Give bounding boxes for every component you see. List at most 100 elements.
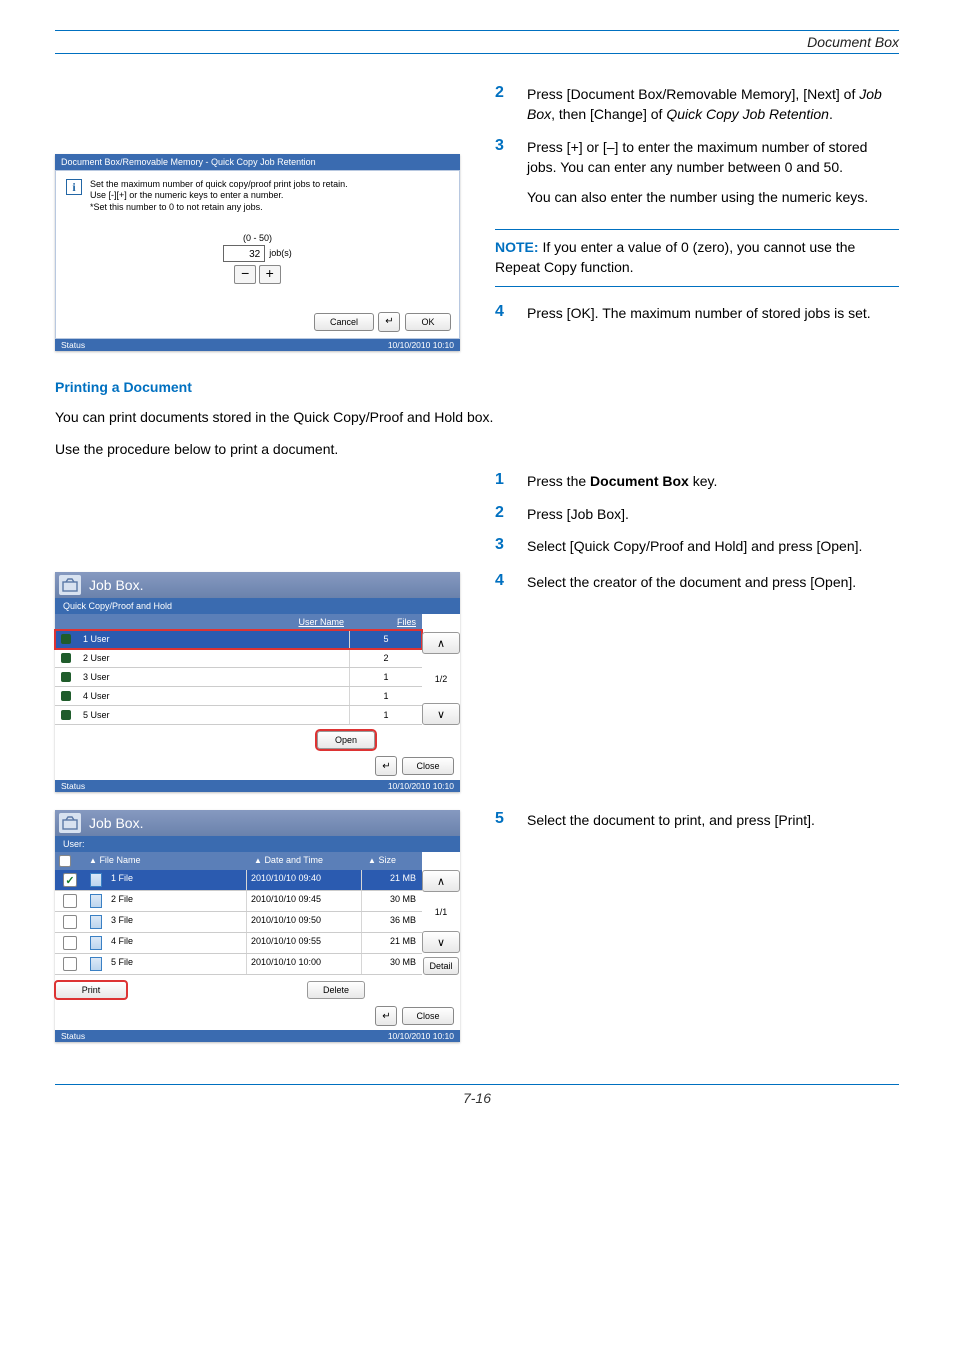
scroll-up-button[interactable]: ∧ bbox=[422, 870, 460, 892]
step-text: Press the Document Box key. bbox=[527, 471, 899, 491]
delete-button[interactable]: Delete bbox=[307, 981, 365, 999]
user-filecount: 2 bbox=[349, 649, 422, 667]
jobs-value[interactable]: 32 bbox=[223, 245, 265, 262]
cancel-button[interactable]: Cancel bbox=[314, 313, 374, 331]
col-size[interactable]: ▲ Size bbox=[364, 852, 422, 870]
note-block: NOTE: If you enter a value of 0 (zero), … bbox=[495, 229, 899, 286]
jobs-unit: job(s) bbox=[269, 248, 292, 258]
user-icon bbox=[61, 672, 71, 682]
user-icon bbox=[61, 691, 71, 701]
ok-button[interactable]: OK bbox=[405, 313, 451, 331]
step-number: 3 bbox=[495, 536, 509, 556]
close-button[interactable]: Close bbox=[402, 757, 454, 775]
user-row[interactable]: 5 User1 bbox=[55, 706, 422, 725]
section-heading: Printing a Document bbox=[55, 379, 899, 395]
file-date: 2010/10/10 09:55 bbox=[246, 933, 361, 953]
status-timestamp: 10/10/2010 10:10 bbox=[388, 1031, 454, 1041]
note-label: NOTE: bbox=[495, 239, 539, 255]
enter-icon[interactable]: ↵ bbox=[375, 756, 397, 776]
step-text: Select the creator of the document and p… bbox=[527, 572, 899, 592]
user-row[interactable]: 4 User1 bbox=[55, 687, 422, 706]
user-filecount: 1 bbox=[349, 668, 422, 686]
panel-message: Set the maximum number of quick copy/pro… bbox=[90, 179, 348, 213]
file-row[interactable]: 4 File2010/10/10 09:5521 MB bbox=[55, 933, 422, 954]
pager: 1/1 bbox=[422, 892, 460, 931]
panel-title: Job Box. bbox=[89, 815, 143, 831]
user-label: User: bbox=[55, 836, 460, 852]
file-size: 36 MB bbox=[361, 912, 422, 932]
file-size: 21 MB bbox=[361, 933, 422, 953]
step-text: Select the document to print, and press … bbox=[527, 810, 899, 830]
document-icon bbox=[90, 957, 102, 971]
decrement-button[interactable]: − bbox=[234, 265, 256, 284]
user-row[interactable]: 1 User5 bbox=[55, 630, 422, 649]
panel-retention: Document Box/Removable Memory - Quick Co… bbox=[55, 154, 460, 351]
document-icon bbox=[90, 915, 102, 929]
scroll-down-button[interactable]: ∨ bbox=[422, 703, 460, 725]
pager: 1/2 bbox=[422, 654, 460, 703]
user-name: 2 User bbox=[77, 649, 349, 667]
scroll-down-button[interactable]: ∨ bbox=[422, 931, 460, 953]
checkbox[interactable] bbox=[63, 915, 77, 929]
checkbox[interactable] bbox=[63, 894, 77, 908]
file-name: 5 File bbox=[107, 954, 246, 974]
file-row[interactable]: ✓1 File2010/10/10 09:4021 MB bbox=[55, 870, 422, 891]
status-label[interactable]: Status bbox=[61, 781, 85, 791]
col-date[interactable]: ▲ Date and Time bbox=[250, 852, 364, 870]
panel-title: Job Box. bbox=[89, 577, 143, 593]
step-text: Press [Job Box]. bbox=[527, 504, 899, 524]
panel-jobbox-files: Job Box. User: ✓ ▲ File Name ▲ Date and … bbox=[55, 810, 460, 1042]
checkbox[interactable] bbox=[63, 957, 77, 971]
step-number: 4 bbox=[495, 572, 509, 592]
detail-button[interactable]: Detail bbox=[423, 957, 459, 975]
info-icon: i bbox=[66, 179, 82, 195]
enter-icon[interactable]: ↵ bbox=[378, 312, 400, 332]
file-date: 2010/10/10 09:45 bbox=[246, 891, 361, 911]
body-text: Use the procedure below to print a docum… bbox=[55, 439, 899, 459]
checkbox[interactable]: ✓ bbox=[63, 873, 77, 887]
file-date: 2010/10/10 10:00 bbox=[246, 954, 361, 974]
user-filecount: 1 bbox=[349, 706, 422, 724]
open-button[interactable]: Open bbox=[317, 731, 375, 749]
status-label[interactable]: Status bbox=[61, 1031, 85, 1041]
close-button[interactable]: Close bbox=[402, 1007, 454, 1025]
jobbox-icon bbox=[59, 813, 81, 833]
range-label: (0 - 50) bbox=[56, 233, 459, 243]
scroll-up-button[interactable]: ∧ bbox=[422, 632, 460, 654]
increment-button[interactable]: + bbox=[259, 265, 281, 284]
file-row[interactable]: 5 File2010/10/10 10:0030 MB bbox=[55, 954, 422, 975]
col-check[interactable]: ✓ bbox=[55, 852, 85, 870]
status-label[interactable]: Status bbox=[61, 340, 85, 350]
user-name: 5 User bbox=[77, 706, 349, 724]
panel-jobbox-users: Job Box. Quick Copy/Proof and Hold User … bbox=[55, 572, 460, 792]
col-filename[interactable]: ▲ File Name bbox=[85, 852, 250, 870]
user-row[interactable]: 2 User2 bbox=[55, 649, 422, 668]
step-text: Press [Document Box/Removable Memory], [… bbox=[527, 84, 899, 125]
file-name: 2 File bbox=[107, 891, 246, 911]
print-button[interactable]: Print bbox=[55, 981, 127, 999]
status-timestamp: 10/10/2010 10:10 bbox=[388, 781, 454, 791]
user-name: 4 User bbox=[77, 687, 349, 705]
file-date: 2010/10/10 09:50 bbox=[246, 912, 361, 932]
checkbox[interactable] bbox=[63, 936, 77, 950]
file-row[interactable]: 2 File2010/10/10 09:4530 MB bbox=[55, 891, 422, 912]
step-number: 1 bbox=[495, 471, 509, 491]
user-row[interactable]: 3 User1 bbox=[55, 668, 422, 687]
step-number: 2 bbox=[495, 504, 509, 524]
file-size: 30 MB bbox=[361, 891, 422, 911]
file-size: 21 MB bbox=[361, 870, 422, 890]
file-row[interactable]: 3 File2010/10/10 09:5036 MB bbox=[55, 912, 422, 933]
enter-icon[interactable]: ↵ bbox=[375, 1006, 397, 1026]
file-name: 4 File bbox=[107, 933, 246, 953]
step-text: Press [OK]. The maximum number of stored… bbox=[527, 303, 899, 323]
step-number: 3 bbox=[495, 137, 509, 218]
jobbox-icon bbox=[59, 575, 81, 595]
body-text: You can print documents stored in the Qu… bbox=[55, 407, 899, 427]
user-filecount: 1 bbox=[349, 687, 422, 705]
user-name: 3 User bbox=[77, 668, 349, 686]
user-icon bbox=[61, 653, 71, 663]
col-files[interactable]: Files bbox=[350, 614, 422, 630]
file-size: 30 MB bbox=[361, 954, 422, 974]
col-username[interactable]: User Name bbox=[55, 614, 350, 630]
file-name: 1 File bbox=[107, 870, 246, 890]
